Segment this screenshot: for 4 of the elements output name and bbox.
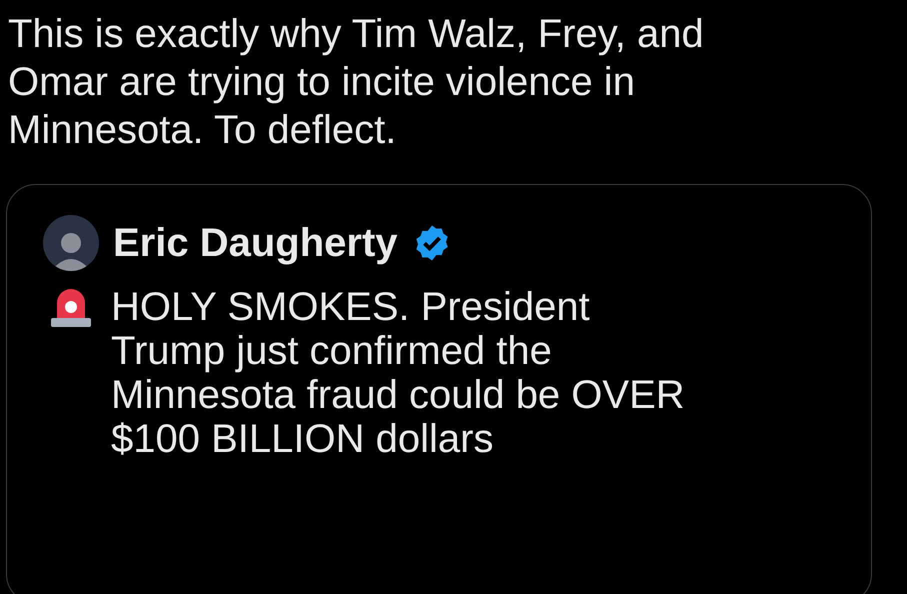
author-name[interactable]: Eric Daugherty (113, 220, 398, 266)
quoted-post-card[interactable]: Eric Daugherty HOLY SMOKES. President Trump just confirmed the Minnesota fraud could be OVER $100 BILLION dollars (6, 184, 872, 594)
quoted-post-text: HOLY SMOKES. President Trump just confirmed the Minnesota fraud could be OVER $100 BILLION dollars (111, 285, 686, 461)
post-text: This is exactly why Tim Walz, Frey, and Omar are trying to incite violence in Minnesota. To deflect. (8, 11, 705, 154)
